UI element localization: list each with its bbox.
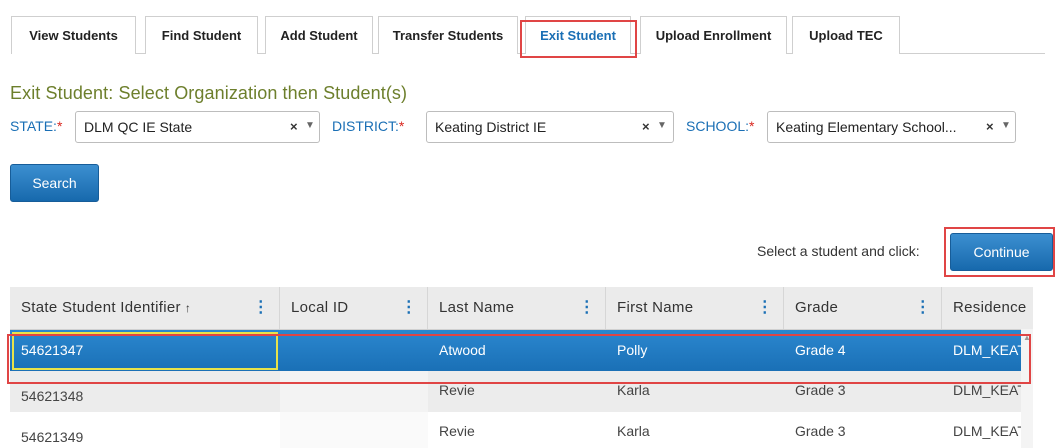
district-label-text: DISTRICT:	[332, 118, 399, 134]
cell-residence: DLM_KEAT	[953, 342, 1022, 358]
cell-residence: DLM_KEAT	[953, 423, 1022, 439]
cell-local-id	[280, 330, 428, 371]
chevron-down-icon[interactable]: ▼	[305, 120, 315, 131]
cell-local-id	[280, 371, 428, 412]
school-label-text: SCHOOL:	[686, 118, 750, 134]
required-mark: *	[749, 118, 755, 134]
cell-last-name: Revie	[439, 423, 475, 439]
column-header-residence[interactable]: Residence	[942, 287, 1033, 329]
vertical-scrollbar[interactable]: ▲	[1021, 329, 1033, 448]
cell-state-student-identifier: 54621348	[10, 371, 280, 412]
continue-hint: Select a student and click:	[757, 243, 920, 259]
column-label: Local ID	[291, 299, 349, 316]
column-header-local-id[interactable]: Local ID ⋮	[280, 287, 428, 329]
column-header-first-name[interactable]: First Name ⋮	[606, 287, 784, 329]
clear-icon[interactable]: ×	[986, 119, 994, 134]
district-select[interactable]: Keating District IE × ▼	[426, 111, 674, 143]
continue-button[interactable]: Continue	[950, 233, 1053, 271]
district-label: DISTRICT:*	[332, 118, 404, 134]
column-header-grade[interactable]: Grade ⋮	[784, 287, 942, 329]
tab-exit-student[interactable]: Exit Student	[525, 16, 631, 54]
state-select[interactable]: DLM QC IE State × ▼	[75, 111, 320, 143]
school-select-value: Keating Elementary School...	[776, 119, 957, 135]
cell-local-id	[280, 412, 428, 448]
cell-residence: DLM_KEAT	[953, 382, 1022, 398]
column-menu-icon[interactable]: ⋮	[915, 287, 931, 329]
grid-header: State Student Identifier ↑ ⋮ Local ID ⋮ L…	[10, 287, 1033, 330]
tab-view-students[interactable]: View Students	[11, 16, 136, 54]
column-menu-icon[interactable]: ⋮	[757, 287, 773, 329]
scroll-up-icon[interactable]: ▲	[1023, 333, 1031, 342]
cell-grade: Grade 4	[795, 342, 846, 358]
cell-last-name: Atwood	[439, 342, 486, 358]
school-label: SCHOOL:*	[686, 118, 754, 134]
column-label: State Student Identifier	[21, 299, 181, 316]
column-label: Residence	[953, 299, 1027, 316]
column-label: Last Name	[439, 299, 515, 316]
state-label: STATE:*	[10, 118, 62, 134]
table-row[interactable]: 54621347 Atwood Polly Grade 4 DLM_KEAT	[10, 330, 1033, 371]
cell-first-name: Karla	[617, 382, 650, 398]
column-menu-icon[interactable]: ⋮	[253, 287, 269, 329]
state-label-text: STATE:	[10, 118, 57, 134]
column-menu-icon[interactable]: ⋮	[401, 287, 417, 329]
page-title: Exit Student: Select Organization then S…	[10, 83, 408, 103]
table-row[interactable]: 54621348 Revie Karla Grade 3 DLM_KEAT	[10, 371, 1033, 412]
state-select-value: DLM QC IE State	[84, 119, 193, 135]
school-select[interactable]: Keating Elementary School... × ▼	[767, 111, 1016, 143]
student-grid: State Student Identifier ↑ ⋮ Local ID ⋮ L…	[10, 287, 1033, 448]
cell-first-name: Polly	[617, 342, 648, 358]
tab-transfer-students[interactable]: Transfer Students	[378, 16, 518, 54]
cell-grade: Grade 3	[795, 382, 846, 398]
search-button[interactable]: Search	[10, 164, 99, 202]
column-label: First Name	[617, 299, 694, 316]
cell-last-name: Revie	[439, 382, 475, 398]
column-menu-icon[interactable]: ⋮	[579, 287, 595, 329]
table-row[interactable]: 54621349 Revie Karla Grade 3 DLM_KEAT	[10, 412, 1033, 448]
tab-upload-tec[interactable]: Upload TEC	[792, 16, 900, 54]
cell-state-student-identifier: 54621347	[21, 342, 84, 358]
required-mark: *	[398, 118, 405, 134]
district-select-value: Keating District IE	[435, 119, 547, 135]
tab-find-student[interactable]: Find Student	[145, 16, 258, 54]
column-label: Grade	[795, 299, 839, 316]
tab-upload-enrollment[interactable]: Upload Enrollment	[640, 16, 787, 54]
clear-icon[interactable]: ×	[642, 119, 650, 134]
sort-ascending-icon[interactable]: ↑	[185, 301, 191, 315]
cell-first-name: Karla	[617, 423, 650, 439]
tab-add-student[interactable]: Add Student	[265, 16, 373, 54]
clear-icon[interactable]: ×	[290, 119, 298, 134]
column-header-last-name[interactable]: Last Name ⋮	[428, 287, 606, 329]
cell-grade: Grade 3	[795, 423, 846, 439]
column-header-state-student-identifier[interactable]: State Student Identifier ↑ ⋮	[10, 287, 280, 329]
cell-state-student-identifier: 54621349	[21, 429, 84, 445]
required-mark: *	[56, 118, 63, 134]
chevron-down-icon[interactable]: ▼	[657, 120, 667, 131]
chevron-down-icon[interactable]: ▼	[1001, 120, 1011, 131]
